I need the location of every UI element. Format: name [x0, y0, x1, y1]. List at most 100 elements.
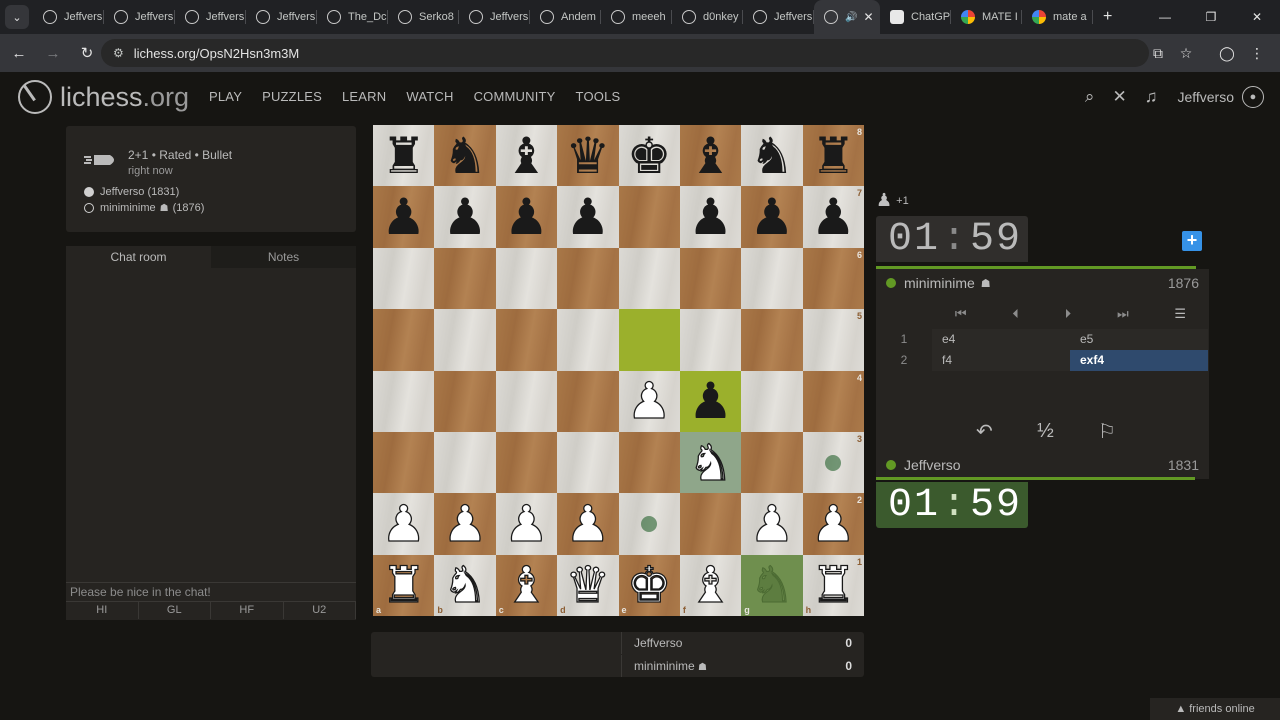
tab-chat-room[interactable]: Chat room: [66, 246, 211, 268]
takeback-icon[interactable]: ↶: [976, 419, 993, 444]
square-b5[interactable]: [434, 309, 496, 371]
square-a3[interactable]: [373, 431, 435, 494]
crosstable-name[interactable]: miniminime: [634, 659, 695, 673]
square-g2[interactable]: ♟: [741, 493, 803, 555]
square-f3[interactable]: ♞: [679, 431, 742, 494]
prev-move-icon[interactable]: ⏴: [1012, 306, 1019, 322]
last-move-icon[interactable]: ⏭: [1117, 306, 1129, 322]
browser-tab[interactable]: d0nkey: [672, 0, 743, 34]
forward-button[interactable]: →: [38, 38, 68, 68]
browser-tab[interactable]: Jeffvers: [246, 0, 317, 34]
square-e8[interactable]: ♚: [618, 125, 680, 187]
white-knight-icon[interactable]: ♞: [442, 560, 488, 611]
white-rook-icon[interactable]: ♜: [381, 560, 427, 611]
move-hint-dot[interactable]: [641, 515, 658, 532]
square-d2[interactable]: ♟: [557, 493, 619, 555]
square-d8[interactable]: ♛: [557, 125, 619, 187]
square-g5[interactable]: [741, 309, 803, 371]
square-h1[interactable]: ♜ 1 h: [802, 554, 864, 616]
square-g3[interactable]: [741, 431, 803, 494]
resign-flag-icon[interactable]: ⚐: [1098, 419, 1116, 444]
square-e2[interactable]: [618, 493, 680, 555]
square-f1[interactable]: ♝ f: [679, 554, 742, 616]
quick-u2-button[interactable]: U2: [284, 602, 356, 619]
install-app-icon[interactable]: ⧉: [1144, 38, 1172, 68]
move-black[interactable]: e5: [1070, 329, 1208, 350]
square-c3[interactable]: [495, 431, 558, 494]
square-h2[interactable]: ♟ 2: [802, 493, 864, 555]
square-g8[interactable]: ♞: [741, 125, 803, 187]
browser-tab[interactable]: mate a: [1022, 0, 1093, 34]
square-h5[interactable]: 5: [802, 309, 864, 371]
square-h6[interactable]: 6: [802, 247, 864, 310]
square-a8[interactable]: ♜: [373, 125, 435, 187]
bookmark-star-icon[interactable]: ☆: [1172, 38, 1200, 68]
browser-tab[interactable]: Jeffvers: [33, 0, 104, 34]
square-f6[interactable]: [679, 247, 742, 310]
browser-tab[interactable]: 🔊 ✕: [814, 0, 880, 34]
square-a6[interactable]: [373, 247, 435, 310]
square-f8[interactable]: ♝: [679, 125, 742, 187]
challenge-swords-icon[interactable]: ✕: [1112, 87, 1126, 107]
nav-tools[interactable]: TOOLS: [576, 89, 621, 104]
square-d7[interactable]: ♟: [557, 186, 619, 248]
browser-tab[interactable]: Jeffvers: [459, 0, 530, 34]
square-a1[interactable]: ♜ a: [373, 554, 435, 616]
browser-menu-icon[interactable]: ⋮: [1242, 38, 1272, 68]
white-pawn-icon[interactable]: ♟: [810, 498, 856, 549]
quick-gl-button[interactable]: GL: [139, 602, 211, 619]
square-b6[interactable]: [434, 247, 496, 310]
address-bar[interactable]: ⚙ lichess.org/OpsN2Hsn3m3M: [101, 39, 1149, 67]
square-c8[interactable]: ♝: [495, 125, 558, 187]
browser-tab[interactable]: The_Dc: [317, 0, 388, 34]
search-icon[interactable]: ⌕: [1085, 87, 1095, 107]
give-time-button[interactable]: +: [1182, 231, 1202, 251]
reload-button[interactable]: ↻: [72, 38, 102, 68]
site-logo[interactable]: lichess.org: [18, 80, 189, 114]
browser-tab[interactable]: MATE I: [951, 0, 1022, 34]
white-pawn-icon[interactable]: ♟: [626, 376, 672, 427]
browser-tab[interactable]: Jeffvers: [743, 0, 814, 34]
square-d6[interactable]: [557, 247, 619, 310]
white-bishop-icon[interactable]: ♝: [503, 560, 549, 611]
browser-tab[interactable]: ChatGP: [880, 0, 951, 34]
square-d1[interactable]: ♛ d: [557, 554, 619, 616]
square-g7[interactable]: ♟: [741, 186, 803, 248]
white-bishop-icon[interactable]: ♝: [687, 560, 733, 611]
chat-input[interactable]: Please be nice in the chat!: [66, 582, 356, 600]
chessboard[interactable]: ♜ ♞ ♝ ♛ ♚ ♝ ♞ ♜ 8 ♟ ♟ ♟ ♟ ♟ ♟ ♟ 7 6 5 ♟ ♟ 4 ♞ 3 ♟ ♟ ♟ ♟ ♟ ♟ 2 ♜ a ♞ b ♝ c ♛ d ♚…: [373, 125, 864, 616]
browser-tab[interactable]: meeeh: [601, 0, 672, 34]
minimize-button[interactable]: —: [1142, 0, 1188, 34]
white-king-icon[interactable]: ♚: [626, 560, 672, 611]
white-rook-icon[interactable]: ♜: [810, 560, 856, 611]
square-c1[interactable]: ♝ c: [495, 554, 558, 616]
crosstable-name[interactable]: Jeffverso: [634, 636, 682, 650]
browser-tab[interactable]: Jeffvers: [104, 0, 175, 34]
nav-puzzles[interactable]: PUZZLES: [262, 89, 322, 104]
nav-watch[interactable]: WATCH: [406, 89, 453, 104]
square-f2[interactable]: [679, 493, 742, 555]
white-pawn-icon[interactable]: ♟: [565, 498, 611, 549]
square-d3[interactable]: [557, 431, 619, 494]
square-a4[interactable]: [373, 370, 435, 432]
user-menu-name[interactable]: Jeffverso: [1177, 89, 1234, 105]
black-player-line[interactable]: miniminime ☗ (1876): [84, 202, 204, 214]
offer-draw-button[interactable]: ½: [1037, 420, 1054, 443]
square-h7[interactable]: ♟ 7: [802, 186, 864, 248]
browser-tab[interactable]: Jeffvers: [175, 0, 246, 34]
back-button[interactable]: ←: [4, 38, 34, 68]
white-pawn-icon[interactable]: ♟: [503, 498, 549, 549]
square-c7[interactable]: ♟: [495, 186, 558, 248]
next-move-icon[interactable]: ⏵: [1065, 306, 1072, 322]
move-black-current[interactable]: exf4: [1070, 350, 1208, 371]
nav-community[interactable]: COMMUNITY: [474, 89, 556, 104]
move-white[interactable]: e4: [932, 329, 1070, 350]
square-e1[interactable]: ♚ e: [618, 554, 680, 616]
square-b7[interactable]: ♟: [434, 186, 496, 248]
new-tab-button[interactable]: +: [1103, 8, 1112, 26]
white-pawn-icon[interactable]: ♟: [442, 498, 488, 549]
square-e4[interactable]: ♟: [618, 370, 680, 432]
nav-play[interactable]: PLAY: [209, 89, 242, 104]
square-c4[interactable]: [495, 370, 558, 432]
square-b8[interactable]: ♞: [434, 125, 496, 187]
